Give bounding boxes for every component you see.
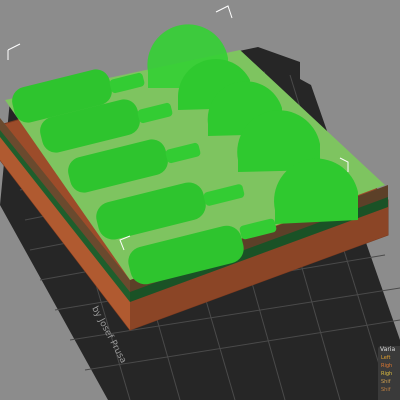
legend-row: Left bbox=[381, 355, 391, 361]
legend-row: Shif bbox=[381, 387, 391, 393]
legend-row: Righ bbox=[381, 363, 393, 369]
color-legend: Varia Left Righ Righ Shif Shif bbox=[378, 346, 400, 400]
legend-row: Shif bbox=[381, 379, 391, 385]
3d-viewport[interactable]: by Josef Prusa bbox=[0, 0, 400, 400]
legend-title: Varia bbox=[380, 346, 396, 353]
legend-row: Righ bbox=[381, 371, 393, 377]
